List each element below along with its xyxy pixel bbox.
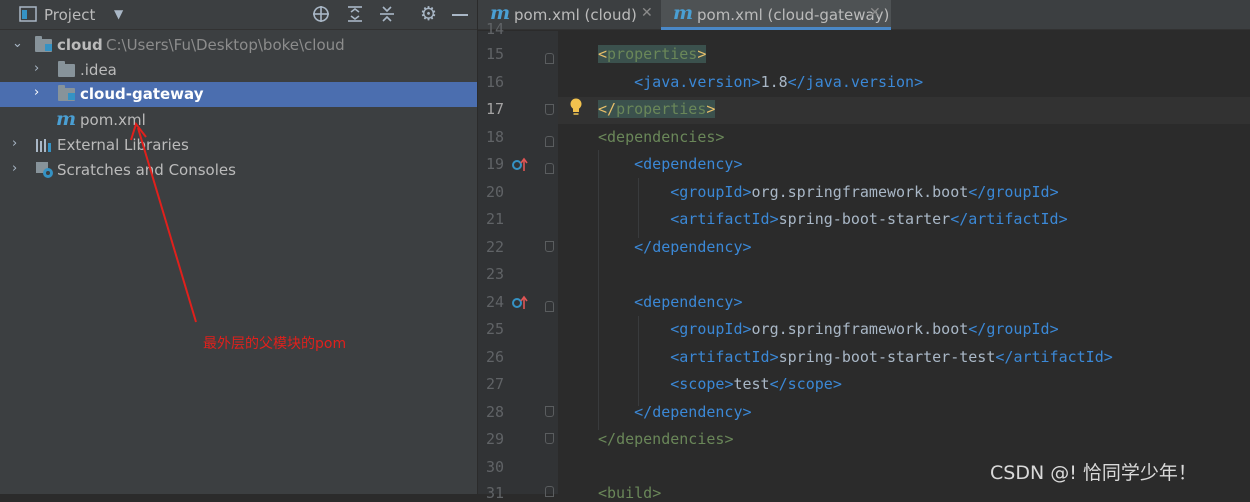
code-line-19[interactable]: <dependency> <box>598 155 742 173</box>
code-line-15[interactable]: <properties> <box>598 45 707 63</box>
line-number: 27 <box>485 375 504 393</box>
line-number: 24 <box>485 293 504 311</box>
line-number: 23 <box>485 265 504 283</box>
lightbulb-icon[interactable] <box>569 98 583 120</box>
code-line-27[interactable]: <scope>test</scope> <box>598 375 842 393</box>
fold-marker-icon[interactable] <box>545 433 554 444</box>
fold-marker-icon[interactable] <box>545 406 554 417</box>
code-line-21[interactable]: <artifactId>spring-boot-starter</artifac… <box>598 210 1067 228</box>
line-number: 30 <box>485 458 504 476</box>
maven-icon: m <box>673 2 694 24</box>
fold-marker-icon[interactable] <box>545 301 554 312</box>
code-line-24[interactable]: <dependency> <box>598 293 742 311</box>
code-line-29[interactable]: </dependencies> <box>598 430 733 448</box>
close-icon[interactable]: ✕ <box>641 5 653 21</box>
line-number: 14 <box>485 20 504 38</box>
code-line-22[interactable]: </dependency> <box>598 238 751 256</box>
line-number: 17 <box>485 100 504 118</box>
line-number: 20 <box>485 183 504 201</box>
line-number: 19 <box>485 155 504 173</box>
annotation-text: 最外层的父模块的pom <box>203 336 347 352</box>
override-up-icon[interactable] <box>511 295 529 315</box>
fold-marker-icon[interactable] <box>545 241 554 252</box>
line-number: 28 <box>485 403 504 421</box>
line-number: 15 <box>485 45 504 63</box>
line-number: 29 <box>485 430 504 448</box>
annotation-arrow <box>130 121 197 323</box>
code-line-18[interactable]: <dependencies> <box>598 128 724 146</box>
line-number: 25 <box>485 320 504 338</box>
editor-tabs: m pom.xml (cloud) ✕ m pom.xml (cloud-gat… <box>478 0 1250 30</box>
code-line-25[interactable]: <groupId>org.springframework.boot</group… <box>598 320 1058 338</box>
fold-marker-icon[interactable] <box>545 163 554 174</box>
line-number: 18 <box>485 128 504 146</box>
close-icon[interactable]: ✕ <box>869 5 881 21</box>
line-number: 16 <box>485 73 504 91</box>
override-up-icon[interactable] <box>511 157 529 177</box>
line-number: 31 <box>485 484 504 502</box>
code-line-28[interactable]: </dependency> <box>598 403 751 421</box>
fold-marker-icon[interactable] <box>545 136 554 147</box>
fold-marker-icon[interactable] <box>545 104 554 115</box>
code-line-17[interactable]: </properties> <box>598 100 716 118</box>
line-number: 22 <box>485 238 504 256</box>
fold-marker-icon[interactable] <box>545 486 554 497</box>
tab-pom-cloud-gateway[interactable]: m pom.xml (cloud-gateway) ✕ <box>661 0 891 30</box>
tab-pom-cloud[interactable]: m pom.xml (cloud) ✕ <box>478 0 660 30</box>
code-line-26[interactable]: <artifactId>spring-boot-starter-test</ar… <box>598 348 1113 366</box>
code-line-31[interactable]: <build> <box>598 484 661 502</box>
line-number: 26 <box>485 348 504 366</box>
code-line-20[interactable]: <groupId>org.springframework.boot</group… <box>598 183 1058 201</box>
fold-marker-icon[interactable] <box>545 53 554 64</box>
watermark: CSDN @! 恰同学少年！ <box>990 462 1197 484</box>
line-number: 21 <box>485 210 504 228</box>
code-line-16[interactable]: <java.version>1.8</java.version> <box>598 73 923 91</box>
